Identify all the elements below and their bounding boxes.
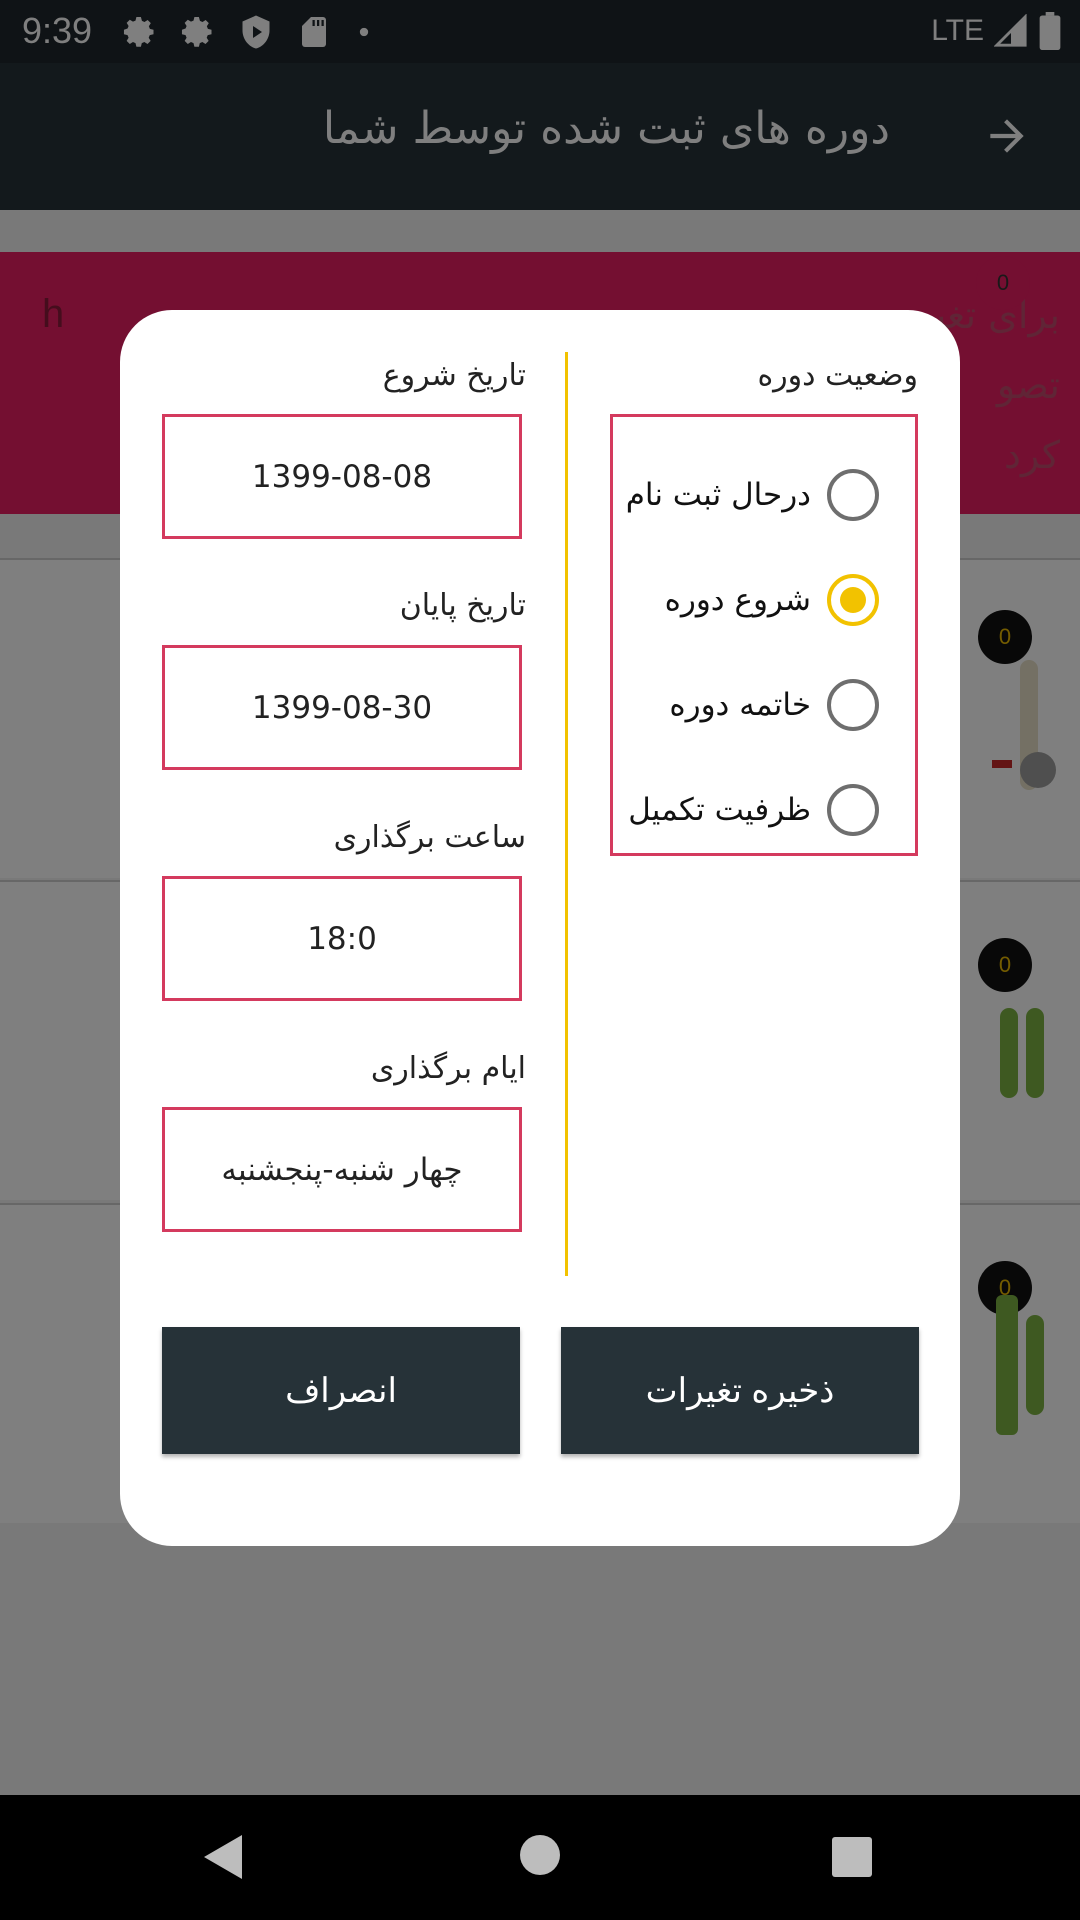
- radio-capacity-full[interactable]: ظرفیت تکمیل: [628, 780, 879, 840]
- radio-registering[interactable]: درحال ثبت نام: [626, 465, 879, 525]
- radio-course-started[interactable]: شروع دوره: [665, 570, 879, 630]
- radio-checked-icon[interactable]: [827, 574, 879, 626]
- end-date-label: تاریخ پایان: [399, 588, 526, 623]
- nav-home-icon[interactable]: [520, 1835, 560, 1875]
- course-status-group: درحال ثبت نام شروع دوره خاتمه دوره ظرفیت…: [610, 414, 918, 856]
- radio-label: شروع دوره: [664, 582, 811, 618]
- screen: 9:39 LTE دوره های ثبت شده توسط شما h برا…: [0, 0, 1080, 1920]
- start-date-field[interactable]: 1399-08-08: [162, 414, 522, 539]
- radio-label: ظرفیت تکمیل: [628, 792, 811, 828]
- edit-course-dialog: وضعیت دوره درحال ثبت نام شروع دوره خاتمه…: [120, 310, 960, 1546]
- end-date-field[interactable]: 1399-08-30: [162, 645, 522, 770]
- save-changes-button[interactable]: ذخیره تغیرات: [561, 1327, 919, 1454]
- radio-unchecked-icon[interactable]: [827, 784, 879, 836]
- radio-label: درحال ثبت نام: [625, 477, 811, 513]
- radio-label: خاتمه دوره: [669, 687, 811, 723]
- column-divider: [565, 352, 568, 1276]
- session-days-field[interactable]: چهار شنبه-پنجشنبه: [162, 1107, 522, 1232]
- radio-unchecked-icon[interactable]: [827, 469, 879, 521]
- nav-back-icon[interactable]: [202, 1833, 244, 1881]
- cancel-button[interactable]: انصراف: [162, 1327, 520, 1454]
- session-time-field[interactable]: 18:0: [162, 876, 522, 1001]
- radio-course-ended[interactable]: خاتمه دوره: [669, 675, 879, 735]
- course-status-label: وضعیت دوره: [757, 358, 918, 393]
- nav-recents-icon[interactable]: [832, 1837, 872, 1877]
- radio-unchecked-icon[interactable]: [827, 679, 879, 731]
- session-time-label: ساعت برگذاری: [333, 820, 526, 855]
- session-days-label: ایام برگذاری: [370, 1051, 526, 1086]
- start-date-label: تاریخ شروع: [382, 358, 526, 393]
- navigation-bar: [0, 1795, 1080, 1920]
